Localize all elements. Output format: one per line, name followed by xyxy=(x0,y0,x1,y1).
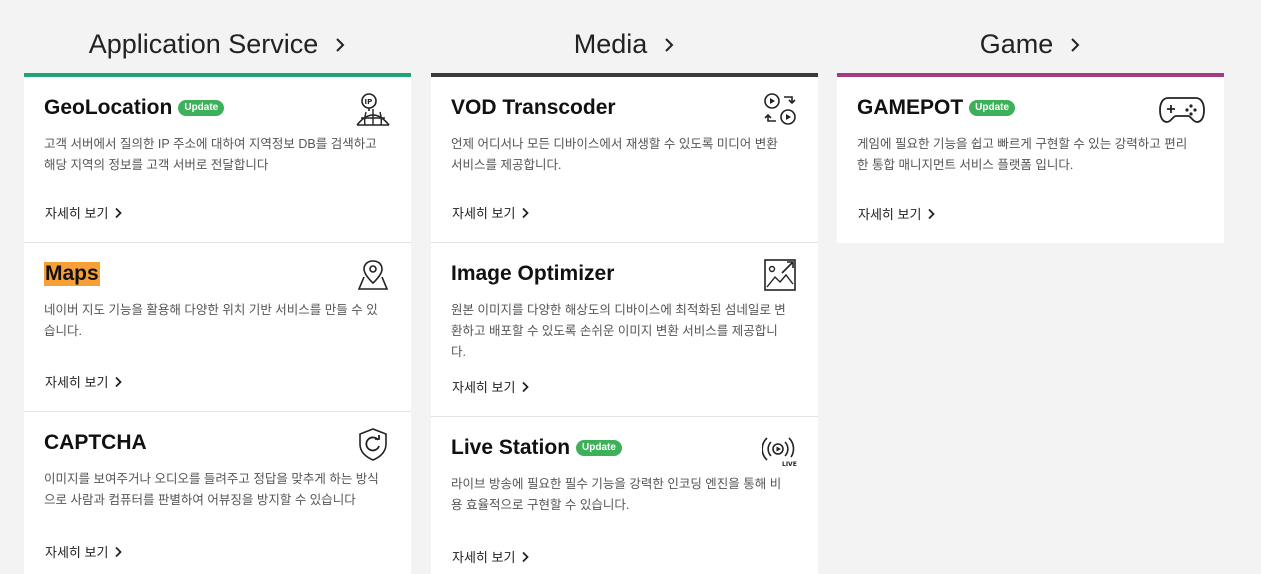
service-card-live-station: Live Station Update LIVE 라이브 방송에 필요한 필수 … xyxy=(431,417,818,574)
service-card-maps: Maps 네이버 지도 기능을 활용해 다양한 위치 기반 서비스를 만들 수 … xyxy=(24,243,411,412)
card-description: 네이버 지도 기능을 활용해 다양한 위치 기반 서비스를 만들 수 있습니다. xyxy=(44,303,378,338)
service-card-captcha: CAPTCHA 이미지를 보여주거나 오디오를 들려주고 정답을 맞추게 하는 … xyxy=(24,412,411,574)
service-card-image-optimizer: Image Optimizer 원본 이미지를 다양한 해상도의 디바이스에 최… xyxy=(431,243,818,417)
chevron-right-icon xyxy=(1069,37,1081,53)
card-title: Live Station xyxy=(451,436,571,459)
learn-more-link[interactable]: 자세히 보기 xyxy=(45,372,123,391)
chevron-right-icon xyxy=(334,37,346,53)
card-title: GeoLocation xyxy=(44,96,173,119)
live-broadcast-icon: LIVE xyxy=(762,437,797,467)
card-title: VOD Transcoder xyxy=(451,96,616,119)
column-header-game[interactable]: Game xyxy=(837,0,1224,73)
card-description: 이미지를 보여주거나 오디오를 들려주고 정답을 맞추게 하는 방식으로 사람과… xyxy=(44,472,379,507)
card-description: 언제 어디서나 모든 디바이스에서 재생할 수 있도록 미디어 변환 서비스를 … xyxy=(451,137,778,172)
svg-text:LIVE: LIVE xyxy=(782,461,797,467)
column-header-media[interactable]: Media xyxy=(431,0,818,73)
service-card-gamepot: GAMEPOT Update 게임에 필요한 기능을 쉽고 빠르게 구현할 수 … xyxy=(837,77,1224,243)
chevron-right-icon xyxy=(663,37,675,53)
card-title: GAMEPOT xyxy=(857,96,964,119)
chevron-right-icon xyxy=(521,381,530,393)
update-badge: Update xyxy=(969,100,1016,116)
shield-refresh-icon xyxy=(359,428,387,461)
learn-more-link[interactable]: 자세히 보기 xyxy=(452,377,530,396)
update-badge: Update xyxy=(576,440,622,456)
card-description: 원본 이미지를 다양한 해상도의 디바이스에 최적화된 섬네일로 변환하고 배포… xyxy=(451,303,786,359)
globe-ip-icon: IP xyxy=(356,93,390,126)
svg-text:IP: IP xyxy=(365,98,373,106)
chevron-right-icon xyxy=(114,376,123,388)
chevron-right-icon xyxy=(521,207,530,219)
column-title: Media xyxy=(573,29,648,59)
card-title: Maps xyxy=(44,262,100,286)
column-application-service: Application Service GeoLocation Update I… xyxy=(24,0,411,574)
learn-more-link[interactable]: 자세히 보기 xyxy=(452,203,530,222)
learn-more-link[interactable]: 자세히 보기 xyxy=(45,542,123,561)
card-title: Image Optimizer xyxy=(451,262,615,285)
chevron-right-icon xyxy=(114,207,123,219)
card-description: 라이브 방송에 필요한 필수 기능을 강력한 인코딩 엔진을 통해 비용 효율적… xyxy=(451,477,782,512)
gamepad-icon xyxy=(1159,97,1205,123)
card-title: CAPTCHA xyxy=(44,431,147,454)
learn-more-link[interactable]: 자세히 보기 xyxy=(452,547,530,566)
column-header-application-service[interactable]: Application Service xyxy=(24,0,411,73)
update-badge: Update xyxy=(178,100,225,116)
column-title: Application Service xyxy=(88,29,319,59)
image-resize-icon xyxy=(764,259,796,291)
map-pin-icon xyxy=(357,260,389,290)
chevron-right-icon xyxy=(521,551,530,563)
column-game: Game GAMEPOT Update 게임에 필요한 기능을 쉽고 빠르게 구… xyxy=(837,0,1224,243)
chevron-right-icon xyxy=(927,208,936,220)
card-description: 게임에 필요한 기능을 쉽고 빠르게 구현할 수 있는 강력하고 편리한 통합 … xyxy=(857,137,1188,172)
chevron-right-icon xyxy=(114,546,123,558)
column-title: Game xyxy=(979,29,1054,59)
card-description: 고객 서버에서 질의한 IP 주소에 대하여 지역정보 DB를 검색하고 해당 … xyxy=(44,137,377,172)
transcode-icon xyxy=(764,93,796,125)
learn-more-link[interactable]: 자세히 보기 xyxy=(45,203,123,222)
learn-more-link[interactable]: 자세히 보기 xyxy=(858,204,936,223)
service-card-geolocation: GeoLocation Update IP 고객 서버에서 질의한 IP 주소에… xyxy=(24,77,411,243)
service-card-vod-transcoder: VOD Transcoder 언제 어디서나 모든 디바이스에서 재생할 수 있… xyxy=(431,77,818,243)
column-media: Media VOD Transcoder 언제 어디서나 모든 디바이스에서 재… xyxy=(431,0,818,574)
